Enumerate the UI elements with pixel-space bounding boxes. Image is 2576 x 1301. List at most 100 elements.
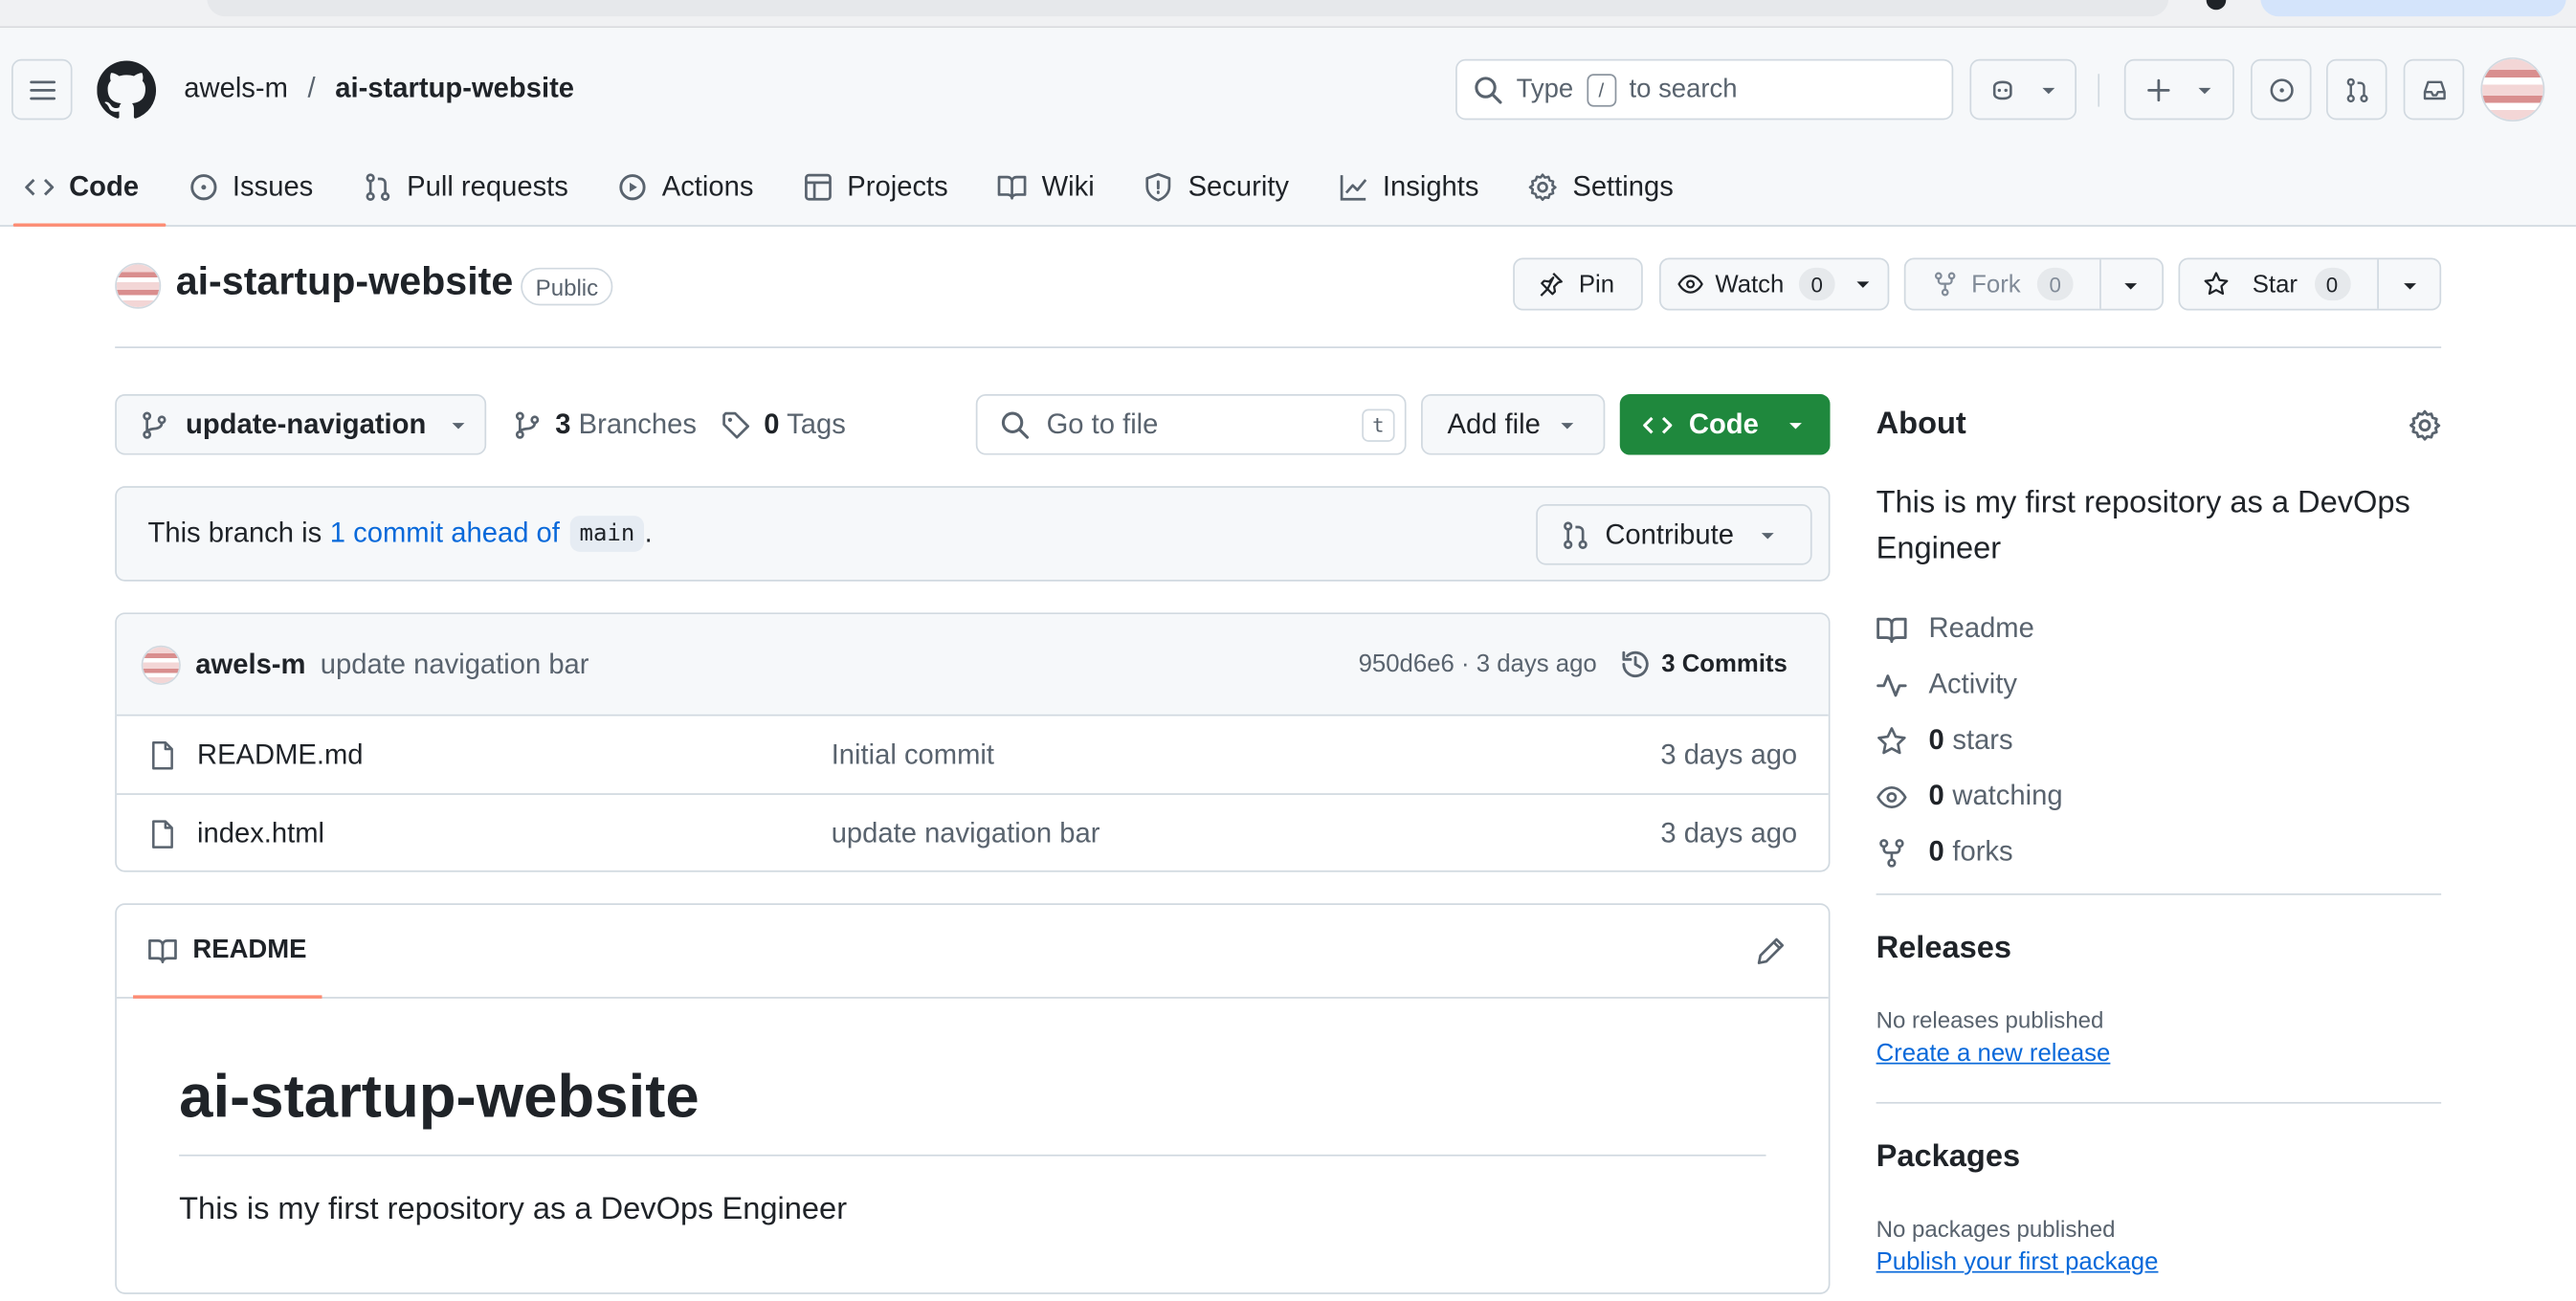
go-to-file-shortcut: t [1362, 408, 1395, 442]
readme-panel: README ai-startup-website This is my fir… [115, 903, 1831, 1294]
watching-link[interactable]: 0 watching [1876, 768, 2442, 824]
menu-button[interactable] [11, 58, 73, 121]
inbox-icon [2422, 79, 2445, 99]
tab-security[interactable]: Security [1119, 148, 1313, 227]
commit-message[interactable]: update navigation bar [321, 649, 589, 681]
table-icon [804, 173, 832, 201]
go-to-file-input[interactable]: Go to file t [975, 394, 1407, 455]
add-file-label: Add file [1447, 408, 1541, 440]
ahead-compare-link[interactable]: 1 commit ahead of [330, 518, 560, 550]
browser-toolbar [0, 0, 2576, 29]
file-commit-date: 3 days ago [1660, 739, 1798, 771]
tab-actions[interactable]: Actions [593, 148, 779, 227]
branch-selector[interactable]: update-navigation [115, 394, 487, 455]
tags-link[interactable]: 0 Tags [722, 408, 846, 441]
branches-link[interactable]: 3 Branches [513, 408, 697, 441]
fork-button[interactable]: Fork 0 [1903, 257, 2165, 311]
add-file-button[interactable]: Add file [1421, 394, 1606, 455]
go-to-file-placeholder: Go to file [1046, 408, 1159, 440]
breadcrumb-owner[interactable]: awels-m [184, 73, 288, 105]
hamburger-icon [29, 79, 56, 99]
edit-pencil-icon[interactable] [1756, 937, 1786, 966]
global-search-input[interactable]: Type / to search [1455, 58, 1954, 121]
file-row[interactable]: README.md Initial commit 3 days ago [116, 717, 1829, 795]
gear-icon[interactable] [2409, 408, 2441, 441]
packages-heading[interactable]: Packages [1876, 1139, 2021, 1176]
forks-count: 0 [1928, 835, 1944, 868]
file-name[interactable]: README.md [197, 739, 364, 772]
commits-count-label: 3 Commits [1661, 650, 1788, 679]
shield-icon [1145, 172, 1171, 202]
tags-count: 0 [764, 408, 780, 441]
breadcrumb-repo[interactable]: ai-startup-website [335, 73, 574, 105]
commit-author[interactable]: awels-m [195, 649, 305, 681]
header-divider [2098, 74, 2100, 107]
issues-button[interactable] [2251, 58, 2312, 121]
file-row[interactable]: index.html update navigation bar 3 days … [117, 795, 1829, 871]
watching-label: watching [1952, 780, 2063, 812]
repo-name[interactable]: ai-startup-website [176, 259, 514, 305]
create-new-button[interactable] [2123, 58, 2234, 121]
forks-link[interactable]: 0 forks [1876, 825, 2442, 880]
readme-link[interactable]: Readme [1876, 601, 2442, 656]
readme-tab-label: README [192, 935, 307, 963]
book-icon [148, 938, 178, 963]
latest-commit-bar: awels-m update navigation bar 950d6e6 · … [116, 614, 1829, 717]
tab-issues[interactable]: Issues [164, 148, 338, 227]
tab-settings[interactable]: Settings [1503, 148, 1698, 227]
user-avatar[interactable] [2480, 57, 2545, 122]
code-dropdown-button[interactable]: Code [1619, 394, 1831, 455]
search-shortcut-key: / [1586, 73, 1616, 106]
tab-settings-label: Settings [1572, 170, 1674, 203]
commits-link[interactable]: 3 Commits [1620, 649, 1788, 680]
file-commit-message[interactable]: update navigation bar [832, 818, 1100, 850]
tab-code[interactable]: Code [0, 148, 165, 227]
branches-count: 3 [555, 408, 571, 441]
publish-package-link[interactable]: Publish your first package [1876, 1248, 2159, 1276]
repo-header: awels-m / ai-startup-website Type / to s… [0, 28, 2576, 227]
tab-actions-label: Actions [661, 170, 754, 203]
address-bar[interactable] [207, 0, 2169, 17]
tab-insights[interactable]: Insights [1314, 148, 1503, 227]
create-release-link[interactable]: Create a new release [1876, 1040, 2111, 1068]
chevron-down-icon[interactable] [2400, 276, 2420, 296]
search-prefix-text: Type [1516, 75, 1574, 103]
readme-header: README [116, 905, 1829, 999]
pull-requests-button[interactable] [2325, 58, 2387, 121]
watch-label: Watch [1715, 270, 1785, 298]
activity-link[interactable]: Activity [1876, 657, 2442, 713]
star-icon [2204, 272, 2229, 296]
tab-wiki-label: Wiki [1041, 170, 1095, 203]
star-button[interactable]: Star 0 [2178, 257, 2442, 311]
readme-text: This is my first repository as a DevOps … [179, 1192, 848, 1227]
repo-tabs: Code Issues Pull requests Actions Projec… [0, 148, 1699, 227]
chevron-down-icon[interactable] [2121, 276, 2141, 296]
watch-button[interactable]: Watch 0 [1658, 257, 1890, 311]
tab-pull-requests[interactable]: Pull requests [338, 148, 593, 227]
play-icon [619, 174, 646, 201]
releases-heading[interactable]: Releases [1876, 931, 2011, 967]
stars-link[interactable]: 0 stars [1876, 713, 2442, 768]
inbox-button[interactable] [2403, 58, 2465, 121]
copilot-button[interactable] [1969, 58, 2077, 121]
tab-pull-requests-label: Pull requests [407, 170, 568, 203]
contribute-button[interactable]: Contribute [1536, 504, 1812, 565]
file-icon [152, 740, 173, 770]
code-icon [1643, 415, 1673, 433]
commit-sha-time[interactable]: 950d6e6 · 3 days ago [1359, 650, 1597, 678]
commit-author-avatar[interactable] [141, 645, 181, 685]
github-logo-icon[interactable] [97, 60, 157, 121]
tab-wiki[interactable]: Wiki [973, 148, 1120, 227]
tab-projects[interactable]: Projects [778, 148, 972, 227]
split-divider [2099, 259, 2101, 309]
pin-button[interactable]: Pin [1513, 257, 1643, 311]
readme-tab[interactable]: README [133, 905, 322, 999]
releases-empty-text: No releases published [1876, 1006, 2104, 1033]
file-commit-message[interactable]: Initial commit [832, 739, 994, 772]
browser-profile-button[interactable] [2260, 0, 2566, 17]
owner-avatar [115, 262, 162, 309]
readme-heading-rule [179, 1154, 1766, 1157]
file-name[interactable]: index.html [197, 818, 324, 850]
pull-request-icon [1564, 520, 1588, 549]
readme-heading: ai-startup-website [179, 1062, 700, 1131]
